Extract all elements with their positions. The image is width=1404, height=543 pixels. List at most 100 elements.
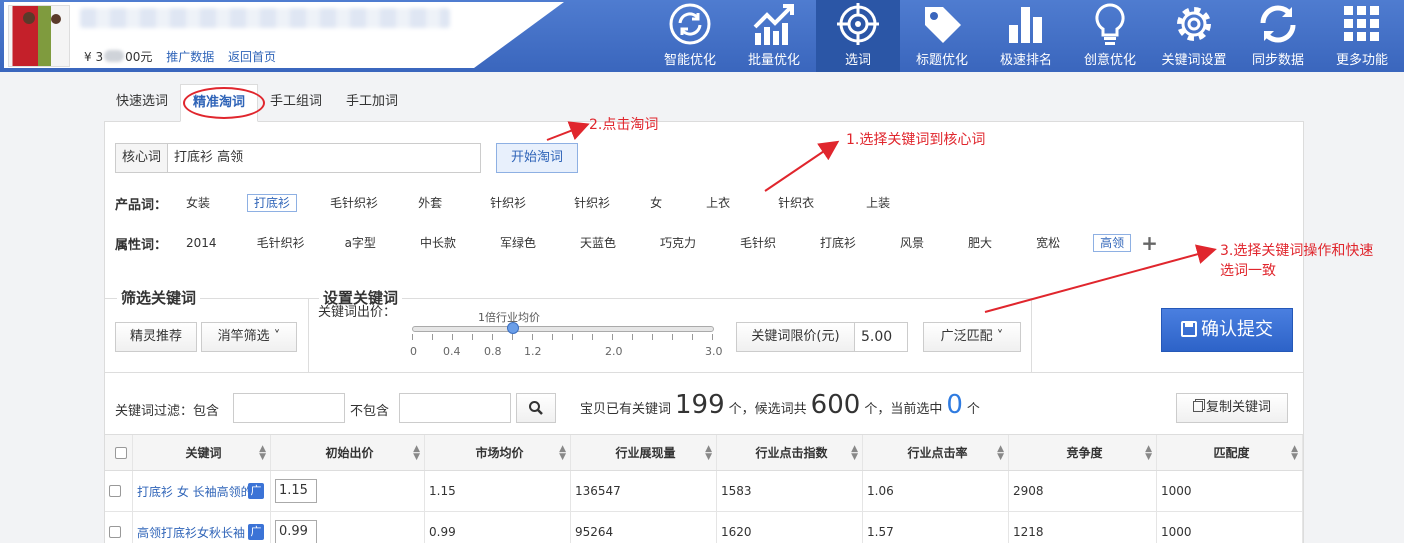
nav-smart-optimize[interactable]: 智能优化 (648, 0, 732, 72)
keyword-link[interactable]: 高领打底衫女秋长袖 (137, 524, 245, 541)
start-mining-button[interactable]: 开始淘词 (496, 143, 578, 173)
table-row[interactable]: 打底衫 女 长袖高领的广 1.15 1.15 136547 1583 1.06 … (105, 471, 1303, 512)
header-keyword[interactable]: 关键词 ▲ ▼ (133, 435, 271, 470)
nav-title-optimize[interactable]: 标题优化 (900, 0, 984, 72)
attr-word[interactable]: 军绿色 (493, 234, 543, 252)
sort-icon[interactable]: ▲ ▼ (1145, 444, 1152, 461)
attr-word[interactable]: 毛针织 (733, 234, 783, 252)
keyword-link[interactable]: 打底衫 女 长袖高领的 (137, 483, 251, 500)
nav-speed-rank[interactable]: 极速排名 (984, 0, 1068, 72)
row-checkbox[interactable] (109, 485, 121, 497)
attr-word[interactable]: 2014 (179, 234, 224, 252)
nav-more-functions[interactable]: 更多功能 (1320, 0, 1404, 72)
sort-icon[interactable]: ▲ ▼ (259, 444, 266, 461)
crosshair-icon (837, 3, 879, 45)
table-row[interactable]: 高领打底衫女秋长袖广 0.99 0.99 95264 1620 1.57 121… (105, 512, 1303, 543)
nav-select-words[interactable]: 选词 (816, 0, 900, 72)
attr-word[interactable]: 巧克力 (653, 234, 703, 252)
product-word[interactable]: 针织衫 (567, 194, 617, 212)
selected-count: 0 (946, 390, 963, 420)
row-select[interactable] (105, 471, 133, 511)
product-word-selected[interactable]: 打底衫 (247, 194, 298, 212)
header-label: 竞争度 (1066, 446, 1103, 460)
header-initial-bid[interactable]: 初始出价 ▲ ▼ (271, 435, 425, 470)
ctr-cell: 1.57 (863, 512, 1009, 543)
bid-slider-track[interactable] (412, 326, 714, 332)
header-click-index[interactable]: 行业点击指数 ▲ ▼ (717, 435, 863, 470)
tab-manual-add[interactable]: 手工加词 (334, 84, 410, 122)
attr-word[interactable]: a字型 (338, 234, 383, 252)
bid-input[interactable]: 1.15 (275, 479, 317, 503)
tab-manual-combine[interactable]: 手工组词 (258, 84, 334, 122)
bid-slider-handle[interactable] (506, 322, 519, 334)
nav-creative-optimize[interactable]: 创意优化 (1068, 0, 1152, 72)
attr-word[interactable]: 风景 (893, 234, 931, 252)
promo-data-link[interactable]: 推广数据 (166, 50, 214, 64)
header-impressions[interactable]: 行业展现量 ▲ ▼ (571, 435, 717, 470)
attr-word[interactable]: 宽松 (1029, 234, 1067, 252)
slider-tick-label: 2.0 (605, 345, 623, 358)
sort-icon[interactable]: ▲ ▼ (851, 444, 858, 461)
attr-words-row: 属性词： 2014 毛针织衫 a字型 中长款 军绿色 天蓝色 巧克力 毛针织 打… (115, 231, 1158, 255)
annotation-2: 2.点击淘词 (589, 117, 659, 133)
tab-quick-select[interactable]: 快速选词 (104, 84, 180, 122)
sort-icon[interactable]: ▲ ▼ (997, 444, 1004, 461)
header-ctr[interactable]: 行业点击率 ▲ ▼ (863, 435, 1009, 470)
row-checkbox[interactable] (109, 526, 121, 538)
gear-icon (1177, 7, 1211, 41)
header-match[interactable]: 匹配度 ▲ ▼ (1157, 435, 1303, 470)
attr-word-selected[interactable]: 高领 (1093, 234, 1132, 252)
limit-price-input[interactable]: 5.00 (855, 323, 892, 351)
attr-words-label: 属性词： (115, 237, 168, 253)
attr-word[interactable]: 毛针织衫 (250, 234, 312, 252)
candidate-count: 600 (810, 390, 861, 420)
attr-word[interactable]: 天蓝色 (573, 234, 623, 252)
nav-sync-data[interactable]: 同步数据 (1236, 0, 1320, 72)
nav-keyword-settings[interactable]: 关键词设置 (1152, 0, 1236, 72)
product-word[interactable]: 女 (643, 194, 669, 212)
filter-search-button[interactable] (516, 393, 556, 423)
nav-batch-optimize[interactable]: 批量优化 (732, 0, 816, 72)
keyword-stats: 宝贝已有关键词 199 个，候选词共 600 个，当前选中 0 个 (580, 390, 980, 420)
attr-word[interactable]: 打底衫 (813, 234, 863, 252)
bid-input[interactable]: 0.99 (275, 520, 317, 543)
product-word[interactable]: 针织衫 (483, 194, 533, 212)
attr-word[interactable]: 肥大 (961, 234, 999, 252)
home-link[interactable]: 返回首页 (228, 50, 276, 64)
copy-keywords-label: 复制关键词 (1205, 400, 1271, 415)
header-competition[interactable]: 竞争度 ▲ ▼ (1009, 435, 1157, 470)
product-thumbnail[interactable] (8, 5, 70, 67)
match-cell: 1000 (1157, 471, 1303, 511)
row-select[interactable] (105, 512, 133, 543)
sort-icon[interactable]: ▲ ▼ (413, 444, 420, 461)
broad-match-badge[interactable]: 广 (248, 483, 264, 499)
product-word[interactable]: 上衣 (699, 194, 737, 212)
product-word[interactable]: 外套 (411, 194, 449, 212)
sprite-recommend-button[interactable]: 精灵推荐 (115, 322, 197, 352)
add-attr-word-icon[interactable]: + (1141, 231, 1158, 255)
core-word-input[interactable]: 打底衫 高领 (168, 144, 243, 172)
exclude-filter-input[interactable] (399, 393, 511, 423)
header-label: 关键词 (185, 446, 222, 460)
match-type-dropdown[interactable]: 广泛匹配 ˅ (923, 322, 1021, 352)
product-word[interactable]: 上装 (859, 194, 897, 212)
confirm-submit-button[interactable]: 确认提交 (1161, 308, 1293, 352)
header-select-all[interactable] (105, 435, 133, 470)
keyword-cell: 高领打底衫女秋长袖广 (133, 512, 271, 543)
product-word[interactable]: 针织衣 (771, 194, 821, 212)
broad-match-badge[interactable]: 广 (248, 524, 264, 540)
product-word[interactable]: 毛针织衫 (323, 194, 385, 212)
copy-keywords-button[interactable]: 复制关键词 (1176, 393, 1288, 423)
stat-mid2: 个，当前选中 (864, 402, 943, 417)
include-filter-input[interactable] (233, 393, 345, 423)
header-market-avg[interactable]: 市场均价 ▲ ▼ (425, 435, 571, 470)
sort-icon[interactable]: ▲ ▼ (559, 444, 566, 461)
select-all-checkbox[interactable] (114, 446, 127, 459)
stat-suffix: 个 (966, 402, 980, 417)
product-word[interactable]: 女装 (179, 194, 217, 212)
sort-icon[interactable]: ▲ ▼ (705, 444, 712, 461)
attr-word[interactable]: 中长款 (413, 234, 463, 252)
sort-icon[interactable]: ▲ ▼ (1291, 444, 1298, 461)
filter-dropdown-button[interactable]: 消竿筛选 ˅ (201, 322, 297, 352)
product-title-blurred (80, 8, 450, 28)
